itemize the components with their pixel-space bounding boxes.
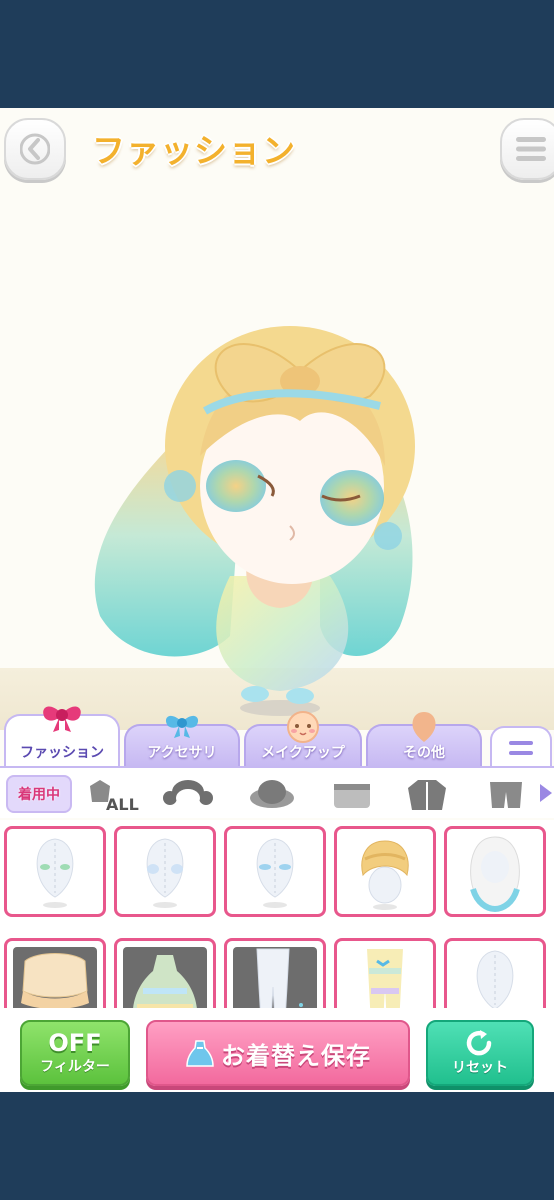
tab-label: その他 [403,745,445,761]
body-face-icon [36,838,74,908]
tab-label: ファッション [20,745,104,761]
wearing-label: 着用中 [18,787,60,803]
item-card[interactable] [4,938,106,1008]
equals-icon [509,741,533,755]
braid-hair-icon [361,840,409,910]
body-face-icon [146,838,184,908]
hamburger-menu-icon [516,137,546,161]
filter-label: フィルター [40,1059,110,1075]
long-hair-icon [470,836,520,913]
face-icon [287,711,319,743]
back-button[interactable] [4,118,66,180]
chevron-left-icon [20,133,50,165]
ruffle-top-icon [21,953,89,1008]
subcat-coat[interactable] [404,778,450,810]
item-card[interactable] [224,826,326,917]
category-tabs: ファッション アクセサリ メイクアップ その他 [0,706,554,768]
phone-frame: ファッション ファッション アクセサリ メイクアップ その他 着用中 ALL O… [0,0,554,1200]
tab-other[interactable]: その他 [366,712,482,768]
blue-bow-icon [165,715,199,738]
subcat-tops[interactable] [328,778,376,810]
item-card[interactable] [114,938,216,1008]
arrow-right-icon[interactable] [540,784,552,802]
save-outfit-button[interactable]: お着替え保存 [146,1020,410,1086]
coat-icon [408,780,446,810]
item-grid [0,820,554,1008]
tab-fashion[interactable]: ファッション [4,706,120,768]
tabs-more-button[interactable] [490,726,552,768]
item-card[interactable] [444,826,546,917]
item-card[interactable] [444,938,546,1008]
item-card[interactable] [334,826,436,917]
avatar-stage [0,196,554,716]
hat-icon [250,780,294,808]
refresh-icon [466,1030,492,1056]
filter-state-label: OFF [48,1029,102,1057]
fashion-screen: ファッション ファッション アクセサリ メイクアップ その他 着用中 ALL O… [0,108,554,1092]
subcat-hat[interactable] [248,778,296,810]
item-card[interactable] [334,938,436,1008]
tab-accessory[interactable]: アクセサリ [124,715,240,768]
bottoms-icon [490,782,522,808]
filter-toggle-button[interactable]: OFF フィルター [20,1020,130,1086]
body-face-icon [476,950,514,1008]
subcat-all[interactable]: ALL [86,778,144,814]
subcategory-bar: 着用中 ALL [0,766,554,818]
action-bar: OFF フィルター お着替え保存 リセット [0,1008,554,1092]
subcat-bottoms[interactable] [484,778,528,810]
outfit-all-icon: ALL [90,780,139,814]
tab-label: アクセサリ [147,745,217,761]
item-card[interactable] [224,938,326,1008]
tab-label: メイクアップ [261,745,345,761]
dress-icon [186,1040,214,1067]
svg-text:ALL: ALL [106,795,139,812]
hair-icon [163,780,213,807]
silhouette-icon [412,712,436,742]
tulle-dress-icon [133,955,197,1008]
item-card[interactable] [4,826,106,917]
reset-button[interactable]: リセット [426,1020,534,1086]
tights-icon [256,948,303,1008]
avatar-character[interactable] [0,196,554,716]
item-card[interactable] [114,826,216,917]
tab-makeup[interactable]: メイクアップ [244,711,362,768]
menu-button[interactable] [500,118,554,180]
page-title: ファッション [92,131,296,170]
ribbon-bow-icon [43,706,81,732]
wearing-filter-button[interactable]: 着用中 [6,775,72,813]
reset-label: リセット [452,1060,508,1076]
save-label: お着替え保存 [221,1041,371,1070]
tops-icon [334,784,370,808]
body-face-icon [256,838,294,908]
rainbow-leggings-icon [367,949,403,1008]
subcat-hair[interactable] [162,778,214,810]
